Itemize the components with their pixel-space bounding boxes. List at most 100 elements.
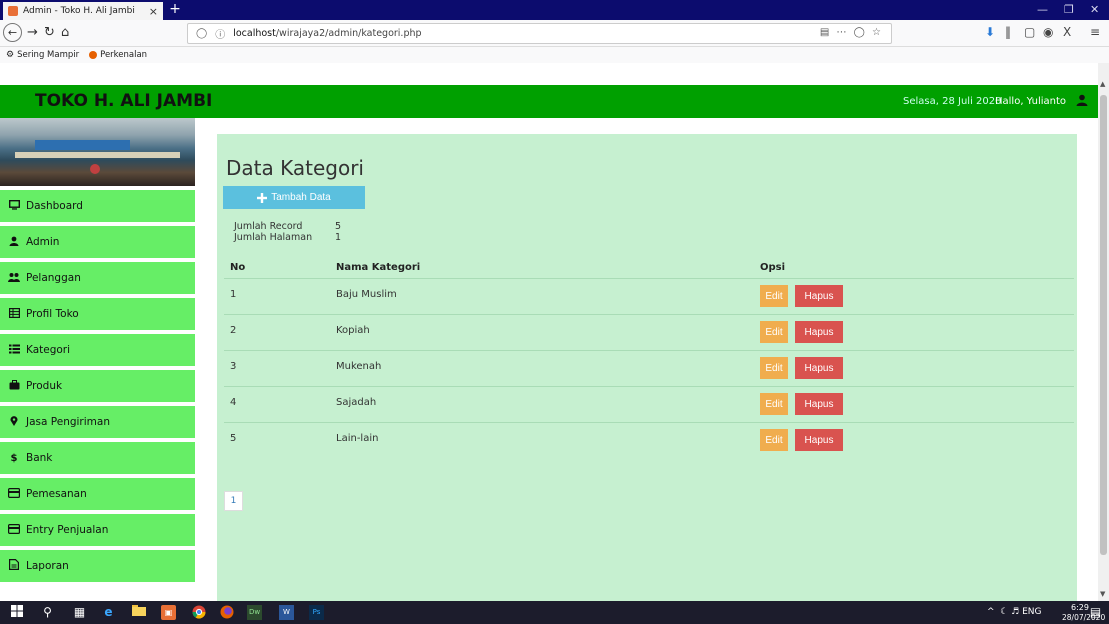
restore-icon[interactable]: ❐: [1064, 3, 1074, 16]
word-icon[interactable]: W: [279, 605, 294, 620]
bookmarks-bar: ⚙ Sering Mampir Perkenalan: [0, 47, 1109, 63]
sidebar-item-entry-penjualan[interactable]: Entry Penjualan: [0, 514, 195, 548]
tab-close-icon[interactable]: ×: [149, 5, 158, 18]
sidebar-item-dashboard[interactable]: Dashboard: [0, 190, 195, 224]
download-icon[interactable]: ⬇: [985, 25, 995, 39]
sidebar-item-label: Pelanggan: [26, 272, 81, 284]
scrollbar-thumb[interactable]: [1100, 95, 1107, 555]
delete-button[interactable]: Hapus: [795, 429, 843, 451]
chrome-icon[interactable]: [191, 605, 206, 620]
sidebar-item-jasa-pengiriman[interactable]: Jasa Pengiriman: [0, 406, 195, 440]
scroll-up-icon[interactable]: ▲: [1100, 80, 1105, 88]
sidebar-item-laporan[interactable]: Laporan: [0, 550, 195, 584]
gear-icon: ⚙: [6, 50, 15, 60]
home-icon[interactable]: ⌂: [61, 25, 69, 40]
monitor-icon: [8, 199, 20, 213]
edit-button[interactable]: Edit: [760, 393, 788, 415]
windows-start-icon[interactable]: [9, 605, 24, 620]
row-no: 4: [230, 397, 237, 408]
scroll-down-icon[interactable]: ▼: [1100, 590, 1105, 598]
search-icon[interactable]: ⚲: [40, 605, 55, 620]
notifications-icon[interactable]: ▤: [1088, 605, 1103, 620]
account-icon[interactable]: ◉: [1043, 25, 1053, 39]
window-close-icon[interactable]: ✕: [1090, 3, 1099, 16]
dreamweaver-icon[interactable]: Dw: [247, 605, 262, 620]
row-no: 5: [230, 433, 237, 444]
xampp-icon[interactable]: ▣: [161, 605, 176, 620]
bookmark-perkenalan[interactable]: Perkenalan: [89, 50, 147, 60]
sidebar-item-bank[interactable]: $ Bank: [0, 442, 195, 476]
sidebar-item-pelanggan[interactable]: Pelanggan: [0, 262, 195, 296]
back-icon[interactable]: ←: [3, 23, 22, 42]
firefox-icon[interactable]: [219, 605, 234, 620]
edit-button[interactable]: Edit: [760, 429, 788, 451]
edit-button[interactable]: Edit: [760, 321, 788, 343]
sidebar-item-label: Jasa Pengiriman: [26, 416, 110, 428]
delete-button[interactable]: Hapus: [795, 357, 843, 379]
user-icon: [8, 236, 20, 249]
file-icon: [8, 559, 20, 573]
clock-time[interactable]: 6:29: [1071, 603, 1089, 612]
row-name: Lain-lain: [336, 433, 379, 444]
delete-button[interactable]: Hapus: [795, 321, 843, 343]
file-explorer-icon[interactable]: [131, 605, 146, 620]
pagination-page[interactable]: 1: [224, 491, 243, 511]
credit-card-icon: [8, 487, 21, 501]
add-data-button[interactable]: Tambah Data: [223, 186, 365, 209]
site-brand[interactable]: TOKO H. ALI JAMBI: [35, 91, 212, 111]
sidebar-item-profil-toko[interactable]: Profil Toko: [0, 298, 195, 332]
sidebar-item-kategori[interactable]: Kategori: [0, 334, 195, 368]
tab-title: Admin - Toko H. Ali Jambi: [23, 6, 135, 16]
screen: Admin - Toko H. Ali Jambi × + — ❐ ✕ ← → …: [0, 0, 1109, 624]
library-icon[interactable]: ‖: [1005, 25, 1011, 39]
delete-button[interactable]: Hapus: [795, 285, 843, 307]
task-view-icon[interactable]: ▦: [72, 605, 87, 620]
user-greeting[interactable]: Hallo, Yulianto: [995, 96, 1066, 107]
sidebar-item-label: Entry Penjualan: [26, 524, 109, 536]
menu-icon[interactable]: ≡: [1090, 25, 1100, 39]
row-no: 3: [230, 361, 237, 372]
info-icon[interactable]: ⓘ: [215, 26, 225, 41]
browser-tab[interactable]: Admin - Toko H. Ali Jambi ×: [3, 2, 163, 20]
sidebar-item-label: Profil Toko: [26, 308, 79, 320]
page-actions-icon[interactable]: ▤ ⋯ ◯ ☆: [820, 27, 883, 38]
table-row: 4 Sajadah Edit Hapus: [224, 386, 1074, 422]
address-bar[interactable]: ◯ ⓘ localhost/wirajaya2/admin/kategori.p…: [187, 23, 892, 44]
store-photo: [0, 118, 195, 186]
column-header-nama-kategori: Nama Kategori: [336, 262, 421, 273]
sidebar-icon[interactable]: ▢: [1024, 25, 1035, 39]
sidebar-item-pemesanan[interactable]: Pemesanan: [0, 478, 195, 512]
sidebar-item-label: Pemesanan: [26, 488, 87, 500]
edit-button[interactable]: Edit: [760, 357, 788, 379]
photoshop-icon[interactable]: Ps: [309, 605, 324, 620]
sidebar-item-label: Laporan: [26, 560, 69, 572]
bookmark-label: Sering Mampir: [17, 50, 80, 60]
bookmark-sering-mampir[interactable]: ⚙ Sering Mampir: [6, 50, 79, 60]
minimize-icon[interactable]: —: [1037, 3, 1048, 16]
system-tray[interactable]: ^ ☾ ♬ ENG: [987, 607, 1042, 617]
sidebar-item-produk[interactable]: Produk: [0, 370, 195, 404]
row-name: Kopiah: [336, 325, 370, 336]
row-no: 1: [230, 289, 237, 300]
sidebar-item-admin[interactable]: Admin: [0, 226, 195, 260]
forward-icon[interactable]: →: [27, 25, 38, 40]
row-no: 2: [230, 325, 237, 336]
sidebar-item-label: Admin: [26, 236, 60, 248]
users-icon: [8, 272, 20, 285]
url-host: localhost: [233, 28, 276, 39]
url-path: /wirajaya2/admin/kategori.php: [275, 28, 422, 39]
reload-icon[interactable]: ↻: [44, 25, 55, 40]
browser-nav-bar: ← → ↻ ⌂ ◯ ⓘ localhost/wirajaya2/admin/ka…: [0, 20, 1109, 47]
edge-icon[interactable]: e: [101, 605, 116, 620]
user-icon[interactable]: [1076, 94, 1088, 109]
shield-icon[interactable]: ◯: [196, 28, 207, 39]
edit-button[interactable]: Edit: [760, 285, 788, 307]
language-indicator[interactable]: ENG: [1022, 607, 1041, 617]
firefox-icon: [89, 51, 98, 59]
sidebar: Dashboard Admin Pelanggan Profil Toko Ka…: [0, 118, 195, 601]
extension-icon[interactable]: X: [1063, 25, 1071, 39]
new-tab-button[interactable]: +: [168, 1, 182, 17]
column-header-no: No: [230, 262, 246, 273]
row-name: Sajadah: [336, 397, 377, 408]
delete-button[interactable]: Hapus: [795, 393, 843, 415]
